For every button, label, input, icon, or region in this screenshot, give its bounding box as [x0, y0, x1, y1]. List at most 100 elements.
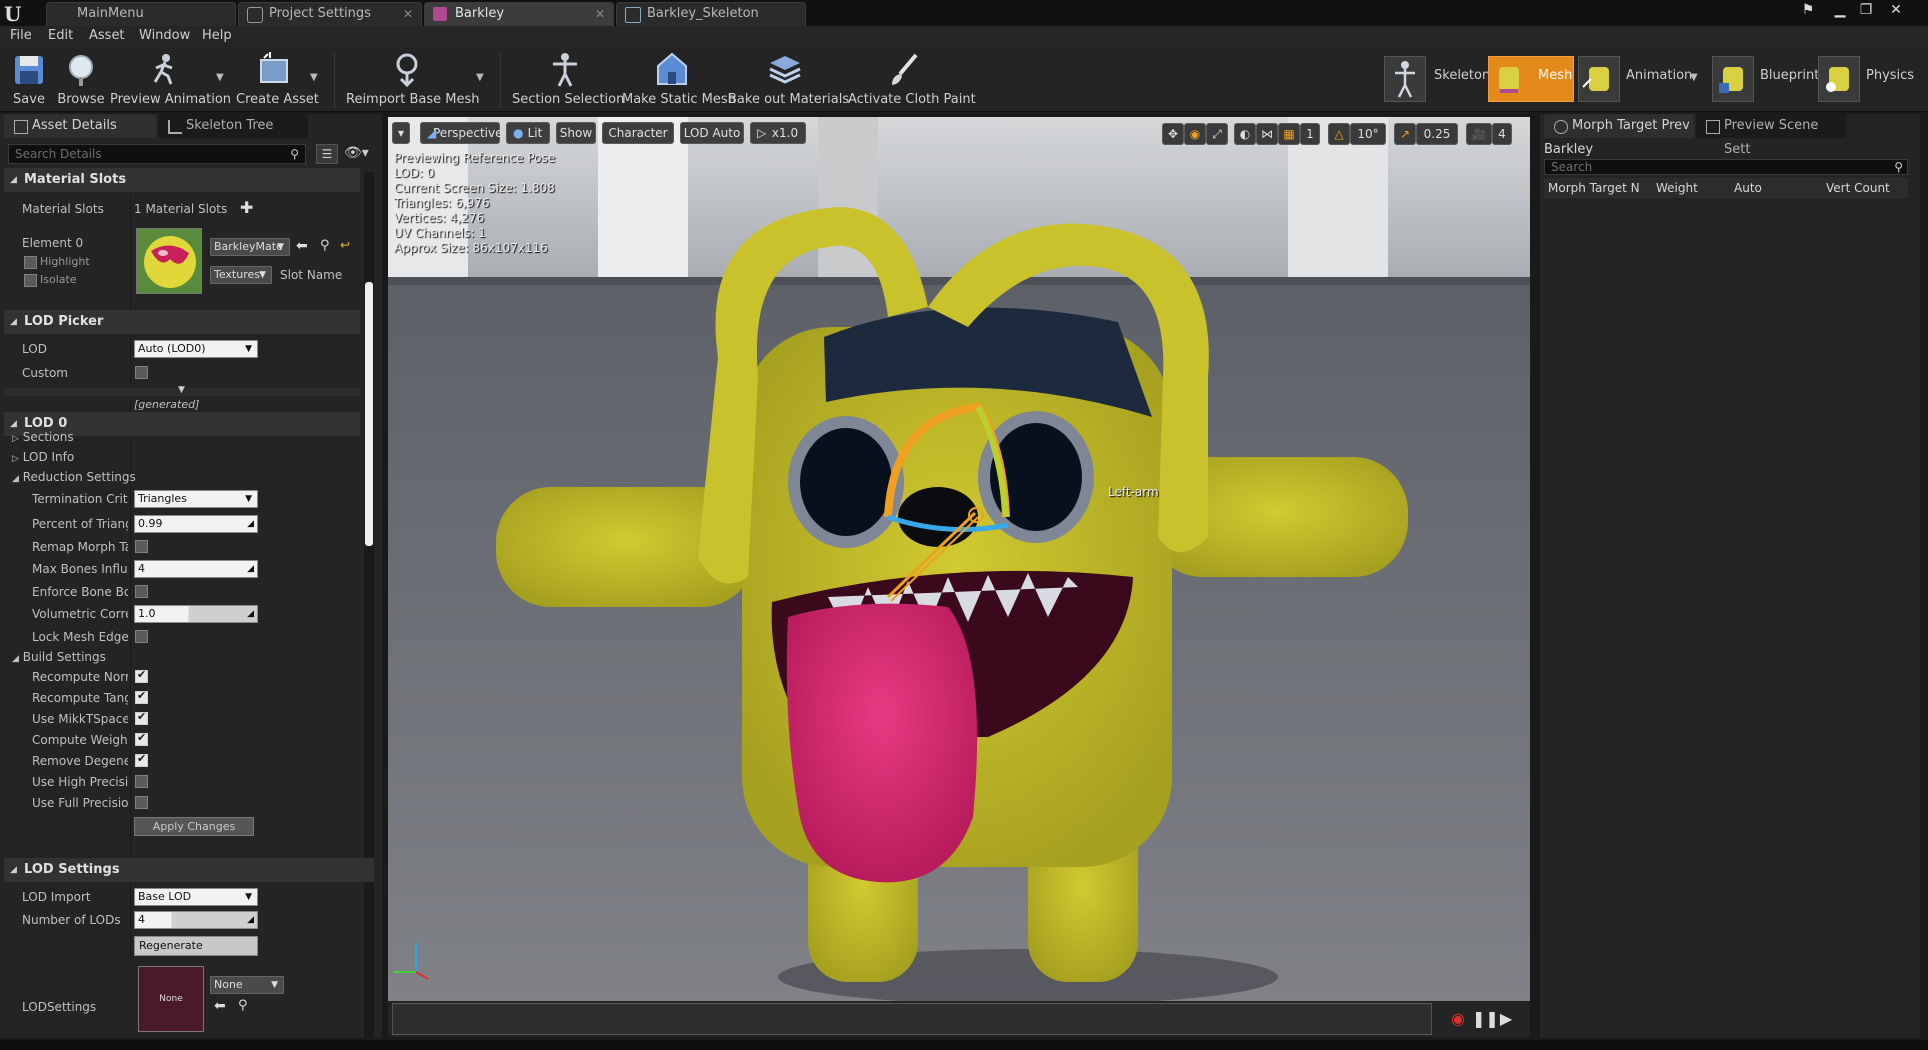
tab-morph-target-preview[interactable]: Morph Target Prev [1544, 114, 1694, 138]
build-settings-row[interactable]: ◢ Build Settings [12, 650, 106, 664]
recompute-normals-checkbox[interactable] [135, 668, 148, 683]
rotation-snap-value[interactable]: 10° [1350, 123, 1386, 145]
remap-morph-checkbox[interactable] [135, 540, 148, 553]
pause-icon[interactable]: ❚❚ [1472, 1009, 1499, 1029]
number-of-lods-slider[interactable]: 4 ◢ [134, 911, 258, 929]
section-selection-button[interactable]: Section Selection [512, 50, 624, 108]
mode-mesh[interactable]: Mesh [1488, 56, 1574, 102]
character-button[interactable]: Character [602, 122, 674, 144]
max-bones-input[interactable]: 4 ◢ [134, 560, 258, 578]
material-thumbnail[interactable] [136, 228, 202, 294]
tab-barkley[interactable]: Barkley ✕ [424, 2, 614, 26]
activate-cloth-paint-button[interactable]: Activate Cloth Paint [848, 50, 976, 108]
volumetric-correct-slider[interactable]: 1.0 ◢ [134, 605, 258, 623]
mode-animation[interactable]: Animation [1578, 56, 1702, 102]
tab-preview-scene-settings[interactable]: Preview Scene Sett [1696, 114, 1846, 157]
expand-divider[interactable]: ▼ [4, 385, 360, 396]
tab-project-settings[interactable]: Project Settings ✕ [238, 2, 422, 26]
morph-search-input[interactable]: Search ⚲ [1544, 159, 1908, 175]
use-selected-arrow-icon[interactable]: ⬅ [214, 998, 226, 1014]
column-morph-target-name[interactable]: Morph Target N [1548, 181, 1640, 195]
menu-asset[interactable]: Asset [89, 26, 125, 46]
menu-window[interactable]: Window [139, 26, 190, 46]
textures-dropdown[interactable]: Textures ▼ [210, 266, 272, 284]
camera-speed-value[interactable]: 4 [1492, 123, 1512, 145]
record-icon[interactable]: ◉ [1448, 1009, 1468, 1029]
surface-snap-icon[interactable]: ⋈ [1256, 123, 1278, 145]
scale-snap-icon[interactable]: ↗ [1394, 123, 1416, 145]
bake-out-materials-button[interactable]: Bake out Materials [728, 50, 849, 108]
scale-icon[interactable]: ⤢ [1206, 123, 1228, 145]
tab-skeleton-tree[interactable]: Skeleton Tree [158, 114, 308, 138]
playback-speed-button[interactable]: ▷ x1.0 [750, 122, 806, 144]
rotate-icon[interactable]: ◉ [1184, 123, 1206, 145]
chevron-down-icon[interactable]: ▼ [216, 72, 228, 84]
menu-edit[interactable]: Edit [48, 26, 73, 46]
chevron-down-icon[interactable]: ▼ [310, 72, 322, 84]
reset-arrow-icon[interactable]: ↩ [340, 238, 350, 252]
lod-info-row[interactable]: ▷ LOD Info [12, 450, 74, 464]
scale-snap-value[interactable]: 0.25 [1416, 123, 1458, 145]
category-lod-settings[interactable]: ◢ LOD Settings [4, 858, 374, 882]
category-lod-picker[interactable]: ◢ LOD Picker [4, 310, 360, 334]
browse-button[interactable]: Browse [56, 50, 106, 108]
preview-animation-button[interactable]: Preview Animation [110, 50, 231, 108]
mode-blueprint[interactable]: Blueprint [1712, 56, 1819, 102]
material-asset-dropdown[interactable]: BarkleyMate ▼ [210, 238, 290, 256]
termination-criterion-dropdown[interactable]: Triangles ▼ [134, 490, 258, 508]
scrollbar-track[interactable] [364, 172, 374, 1038]
make-static-mesh-button[interactable]: Make Static Mesh [622, 50, 736, 108]
list-view-icon[interactable]: ☰ [316, 144, 338, 164]
custom-checkbox[interactable] [135, 366, 148, 379]
recompute-tangents-checkbox[interactable] [135, 689, 148, 704]
sections-row[interactable]: ▷ Sections [12, 430, 74, 444]
lod-auto-button[interactable]: LOD Auto [680, 122, 744, 144]
save-button[interactable]: Save [8, 50, 50, 108]
step-forward-icon[interactable]: ▶ [1496, 1009, 1516, 1029]
lod-import-dropdown[interactable]: Base LOD ▼ [134, 888, 258, 906]
timeline-scrubber[interactable] [392, 1003, 1432, 1035]
column-vert-count[interactable]: Vert Count [1826, 181, 1890, 195]
scrollbar-thumb[interactable] [365, 282, 373, 546]
close-window-button[interactable]: ✕ [1882, 0, 1910, 22]
use-high-precision-checkbox[interactable] [135, 775, 148, 788]
add-icon[interactable]: ✚ [240, 198, 253, 217]
tab-asset-details[interactable]: Asset Details [4, 114, 156, 138]
grid-size-value[interactable]: 1 [1300, 123, 1320, 145]
column-auto[interactable]: Auto [1734, 181, 1762, 195]
compute-weighted-checkbox[interactable] [135, 731, 148, 746]
mode-skeleton[interactable]: Skeleton [1384, 56, 1490, 102]
lock-mesh-edges-checkbox[interactable] [135, 630, 148, 643]
preview-viewport[interactable]: Left-arm ▾ ◢ Perspective ● Lit Show Char… [388, 117, 1530, 1011]
use-mikktspace-checkbox[interactable] [135, 710, 148, 725]
local-world-icon[interactable]: ◐ [1234, 123, 1256, 145]
tab-barkley-skeleton[interactable]: Barkley_Skeleton [616, 2, 806, 26]
lod-dropdown[interactable]: Auto (LOD0) ▼ [134, 340, 258, 358]
viewport-options-button[interactable]: ▾ [392, 122, 410, 144]
eye-visibility-icon[interactable]: 👁▾ [344, 144, 376, 164]
regenerate-button[interactable]: Regenerate [134, 936, 258, 956]
mode-physics[interactable]: Physics [1818, 56, 1924, 102]
reduction-settings-row[interactable]: ◢ Reduction Settings [12, 470, 136, 484]
tab-mainmenu[interactable]: MainMenu [46, 2, 236, 26]
perspective-button[interactable]: ◢ Perspective [420, 122, 503, 144]
menu-help[interactable]: Help [202, 26, 232, 46]
use-full-precision-checkbox[interactable] [135, 796, 148, 809]
rotation-snap-icon[interactable]: △ [1328, 123, 1350, 145]
grid-snap-icon[interactable]: ▦ [1278, 123, 1300, 145]
enforce-bone-checkbox[interactable] [135, 585, 148, 598]
restore-button[interactable]: ❐ [1852, 0, 1880, 22]
lod-settings-thumbnail[interactable]: None [138, 966, 204, 1032]
remove-degenerates-checkbox[interactable] [135, 752, 148, 767]
chevron-down-icon[interactable]: ▼ [476, 72, 488, 84]
browse-icon[interactable]: ⚲ [320, 238, 330, 253]
create-asset-button[interactable]: Create Asset [236, 50, 319, 108]
show-button[interactable]: Show [556, 122, 596, 144]
menu-file[interactable]: File [10, 26, 32, 46]
close-icon[interactable]: ✕ [595, 3, 605, 25]
lod-settings-asset-dropdown[interactable]: None ▼ [210, 976, 284, 994]
close-icon[interactable]: ✕ [403, 3, 413, 25]
column-weight[interactable]: Weight [1656, 181, 1698, 195]
source-control-icon[interactable]: ⚑ [1794, 0, 1822, 22]
minimize-button[interactable]: ▁ [1826, 0, 1854, 22]
